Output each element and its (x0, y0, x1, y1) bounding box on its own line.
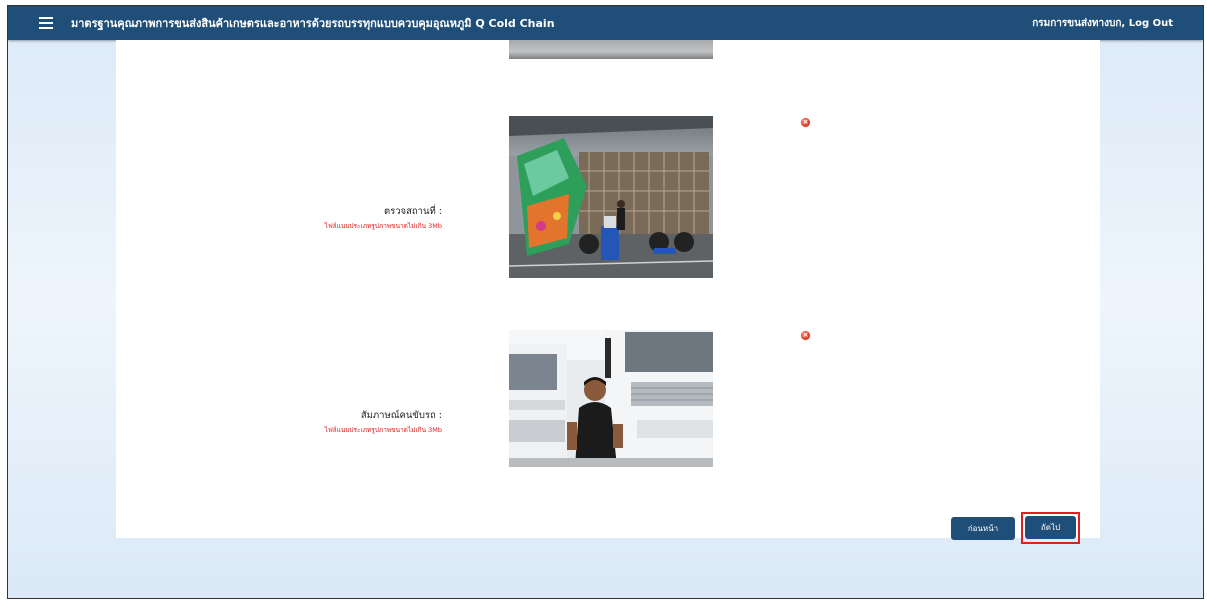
driver-interview-hint: ไฟล์แนบประเภทรูปภาพขนาดไม่เกิน 3Mb (324, 426, 442, 434)
site-inspection-hint: ไฟล์แนบประเภทรูปภาพขนาดไม่เกิน 3Mb (324, 222, 442, 230)
site-inspection-label: ตรวจสถานที่ : (383, 206, 442, 217)
app-title: มาตรฐานคุณภาพการขนส่งสินค้าเกษตรและอาหาร… (71, 17, 555, 30)
browser-frame: มาตรฐานคุณภาพการขนส่งสินค้าเกษตรและอาหาร… (7, 5, 1204, 599)
top-navbar: มาตรฐานคุณภาพการขนส่งสินค้าเกษตรและอาหาร… (8, 6, 1203, 40)
next-button[interactable]: ถัดไป (1025, 516, 1076, 539)
driver-interview-photo (509, 330, 713, 467)
previous-button[interactable]: ก่อนหน้า (951, 517, 1015, 540)
delete-driver-photo-icon[interactable]: × (801, 331, 810, 340)
driver-interview-label-group: สัมภาษณ์คนขับรถ : ไฟล์แนบประเภทรูปภาพขนา… (325, 408, 442, 435)
site-inspection-photo (509, 116, 713, 278)
form-panel: ตรวจสถานที่ : ไฟล์แนบประเภทรูปภาพขนาดไม่… (116, 40, 1100, 544)
hamburger-icon[interactable] (39, 17, 53, 29)
driver-interview-label: สัมภาษณ์คนขับรถ : (360, 410, 442, 421)
site-inspection-label-group: ตรวจสถานที่ : ไฟล์แนบประเภทรูปภาพขนาดไม่… (325, 204, 442, 231)
user-logout-link[interactable]: กรมการขนส่งทางบก, Log Out (1032, 16, 1173, 31)
previous-photo-partial (509, 40, 713, 59)
delete-site-photo-icon[interactable]: × (801, 118, 810, 127)
